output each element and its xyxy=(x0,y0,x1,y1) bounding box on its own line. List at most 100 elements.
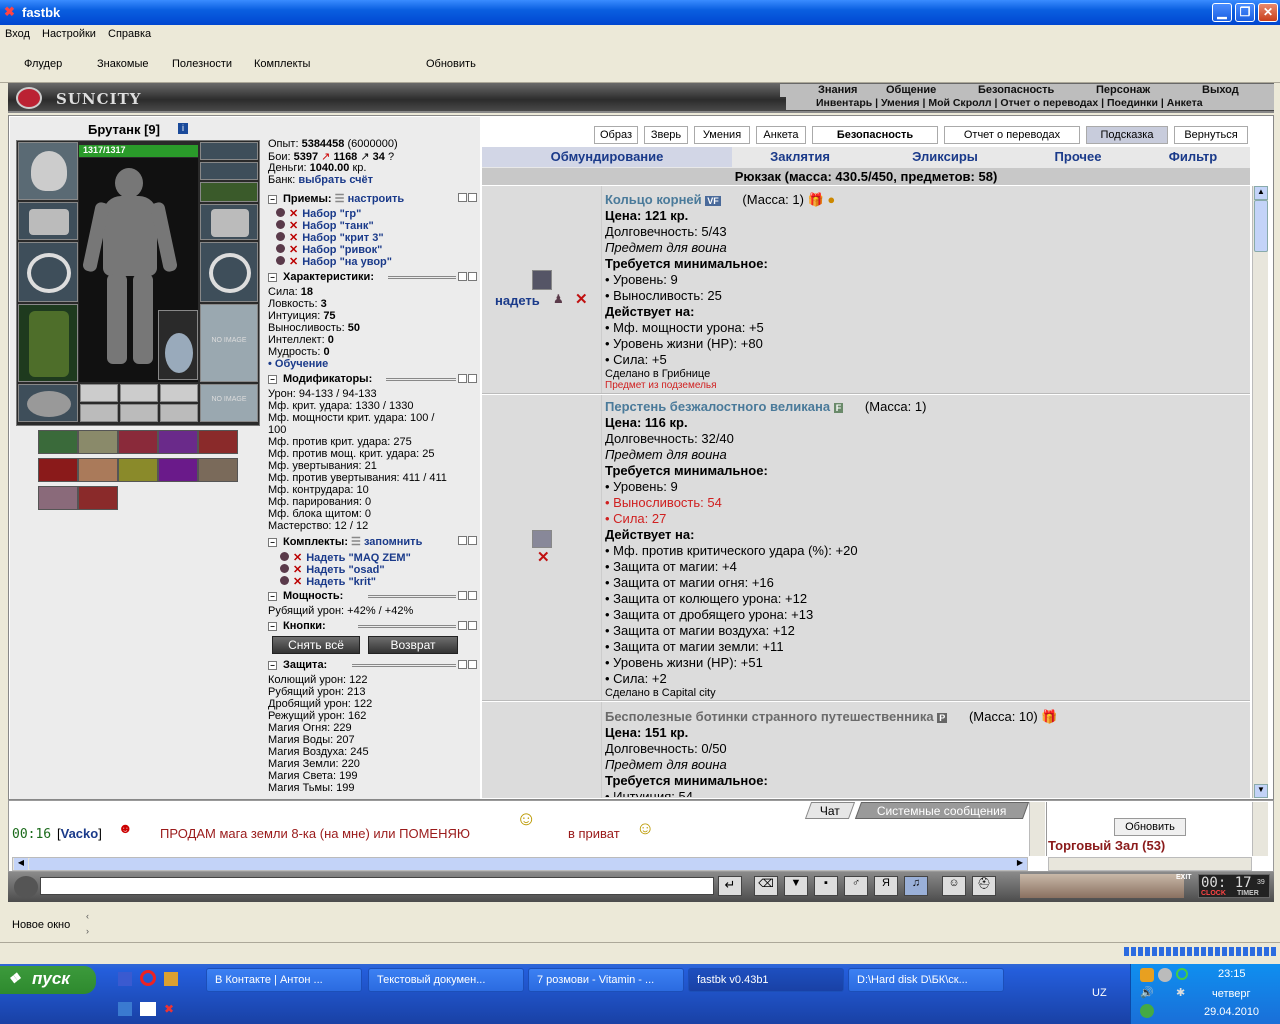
arrow-left-icon[interactable]: ‹ xyxy=(86,911,89,921)
up-icon[interactable] xyxy=(458,536,467,545)
potion-slots[interactable] xyxy=(200,182,258,202)
top-nav-secondary[interactable]: Инвентарь | Умения | Мой Скролл | Отчет … xyxy=(786,97,1274,110)
tab-skills[interactable]: Умения xyxy=(694,126,750,144)
collapse-icon[interactable]: − xyxy=(268,622,277,631)
room-refresh-button[interactable]: Обновить xyxy=(1114,818,1186,836)
opera-icon[interactable] xyxy=(140,970,156,986)
nav-communication[interactable]: Общение xyxy=(886,84,936,97)
toolbar-sets[interactable]: Комплекты xyxy=(254,58,310,70)
chat-input[interactable] xyxy=(40,877,714,895)
tab-pet[interactable]: Зверь xyxy=(644,126,688,144)
toolbar-refresh[interactable]: Обновить xyxy=(426,58,476,70)
maximize-button[interactable]: ❐ xyxy=(1235,3,1255,22)
fastbk-icon[interactable]: ✖ xyxy=(164,1002,178,1016)
task-chat-vitamin[interactable]: 7 розмови - Vitamin - ... xyxy=(528,968,684,992)
down-icon[interactable] xyxy=(468,591,477,600)
close-button[interactable]: ✕ xyxy=(1258,3,1278,22)
rune-slot-2[interactable] xyxy=(120,404,158,422)
down-icon[interactable] xyxy=(468,536,477,545)
tab-return[interactable]: Вернуться xyxy=(1174,126,1248,144)
toolbar-friends[interactable]: Знакомые xyxy=(97,58,148,70)
collapse-icon[interactable]: − xyxy=(268,592,277,601)
ring-slot-1[interactable] xyxy=(80,384,118,402)
item-name[interactable]: Кольцо корней xyxy=(605,192,702,207)
quicklaunch-icon[interactable] xyxy=(140,1002,156,1016)
toolbar-utilities[interactable]: Полезности xyxy=(172,58,232,70)
exit-label[interactable]: EXIT xyxy=(1176,874,1194,886)
arrow-right-icon[interactable]: › xyxy=(86,926,89,936)
chat-vscrollbar[interactable] xyxy=(1029,802,1045,856)
kit-set-3[interactable]: ✕ Надеть "krit" xyxy=(280,575,376,588)
down-icon[interactable] xyxy=(468,272,477,281)
remember-link[interactable]: запомнить xyxy=(364,536,422,548)
menu-item-help[interactable]: Справка xyxy=(108,28,151,40)
down-icon[interactable] xyxy=(468,374,477,383)
emoji-icon[interactable]: ☺ xyxy=(942,876,966,896)
ring-slot-3[interactable] xyxy=(160,384,198,402)
task-fastbk[interactable]: fastbk v0.43b1 xyxy=(688,968,844,992)
tab-profile[interactable]: Анкета xyxy=(756,126,806,144)
nav-knowledge[interactable]: Знания xyxy=(818,84,857,97)
up-icon[interactable] xyxy=(458,660,467,669)
quicklaunch-icon[interactable] xyxy=(118,1002,132,1016)
quick-action-icons[interactable] xyxy=(1020,874,1184,898)
category-filter[interactable]: Фильтр xyxy=(1146,147,1240,167)
bank-select-link[interactable]: выбрать счёт xyxy=(298,174,373,186)
unequip-all-button[interactable]: Снять всё xyxy=(272,636,360,654)
down-icon[interactable] xyxy=(468,621,477,630)
chat-nick[interactable]: [Vacko] xyxy=(57,826,102,841)
music-icon[interactable]: ♫ xyxy=(904,876,928,896)
weapon-left-slot[interactable] xyxy=(18,242,78,302)
up-icon[interactable] xyxy=(458,591,467,600)
equip-link[interactable]: надеть xyxy=(495,293,540,308)
collapse-icon[interactable]: − xyxy=(268,375,277,384)
down-icon[interactable] xyxy=(468,193,477,202)
menu-item-settings[interactable]: Настройки xyxy=(42,28,96,40)
helmet-slot[interactable] xyxy=(18,142,78,200)
collapse-icon[interactable]: − xyxy=(268,273,277,282)
start-button[interactable]: ❖ пуск xyxy=(0,966,96,994)
ring-slot-2[interactable] xyxy=(120,384,158,402)
save-icon[interactable]: ▪ xyxy=(814,876,838,896)
boots-slot[interactable]: NO IMAGE xyxy=(200,384,258,422)
down-icon[interactable] xyxy=(468,660,477,669)
collapse-icon[interactable]: − xyxy=(268,661,277,670)
quicklaunch-icon[interactable] xyxy=(118,972,132,986)
chat-hscrollbar[interactable]: ◀ ▶ xyxy=(12,857,1028,871)
necklace-slot[interactable] xyxy=(200,162,258,180)
item-thumbnail[interactable] xyxy=(532,270,552,290)
delete-icon[interactable]: ✕ xyxy=(537,548,550,566)
new-window-label[interactable]: Новое окно xyxy=(12,919,70,931)
room-name[interactable]: Торговый Зал (53) xyxy=(1048,838,1165,853)
toolbar-flooder[interactable]: Флудер xyxy=(24,58,62,70)
up-icon[interactable] xyxy=(458,374,467,383)
helmet-icon[interactable]: ⛑ xyxy=(972,876,996,896)
task-text-document[interactable]: Текстовый докумен... xyxy=(368,968,524,992)
delete-icon[interactable]: ✕ xyxy=(575,290,588,308)
configure-link[interactable]: настроить xyxy=(348,193,405,205)
category-spells[interactable]: Заклятия xyxy=(740,147,860,167)
item-name[interactable]: Бесполезные ботинки странного путешестве… xyxy=(605,709,934,724)
clear-icon[interactable]: ⌫ xyxy=(754,876,778,896)
item-name[interactable]: Перстень безжалостного великана xyxy=(605,399,830,414)
category-equipment[interactable]: Обмундирование xyxy=(482,147,732,167)
task-explorer[interactable]: D:\Hard disk D\БК\ск... xyxy=(848,968,1004,992)
category-other[interactable]: Прочее xyxy=(1030,147,1126,167)
training-link[interactable]: • Обучение xyxy=(268,358,328,370)
task-vkontakte[interactable]: В Контакте | Антон ... xyxy=(206,968,362,992)
armor-slot[interactable] xyxy=(18,304,78,382)
priem-set-5[interactable]: ✕ Набор "на увор" xyxy=(276,255,392,268)
room-vscrollbar[interactable] xyxy=(1252,802,1268,856)
collapse-icon[interactable]: − xyxy=(268,195,277,204)
return-button[interactable]: Возврат xyxy=(368,636,458,654)
legs-slot[interactable]: NO IMAGE xyxy=(200,304,258,382)
gloves-slot[interactable] xyxy=(200,204,258,240)
filter-icon[interactable]: ▼ xyxy=(784,876,808,896)
tab-security[interactable]: Безопасность xyxy=(812,126,938,144)
tab-transfer-report[interactable]: Отчет о переводах xyxy=(944,126,1080,144)
belt-slot[interactable] xyxy=(18,384,78,422)
chat-mode-icon[interactable] xyxy=(14,876,38,898)
settings-icon[interactable]: ♟ xyxy=(553,292,564,306)
minimize-button[interactable]: ▁ xyxy=(1212,3,1232,22)
collapse-icon[interactable]: − xyxy=(268,538,277,547)
